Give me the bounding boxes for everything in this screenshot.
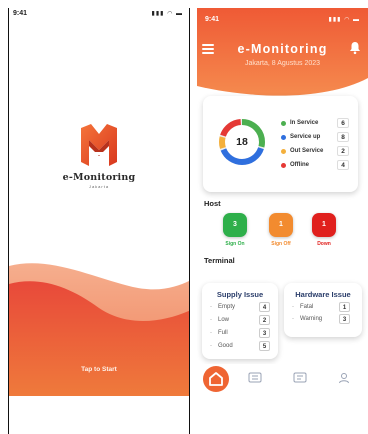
bottom-navigation [197,364,368,396]
service-legend: In Service 6 Service up 8 Out Service 2 … [281,118,353,174]
supply-row-label: Full [218,330,228,336]
status-time: 9:41 [13,10,28,17]
legend-label: In Service [290,120,319,126]
legend-item[interactable]: Out Service 2 [281,146,353,160]
bell-icon[interactable] [348,41,362,55]
host-sign-off[interactable]: 1 Sign Off [267,213,295,247]
supply-issue-title: Supply Issue [216,290,264,299]
home-icon[interactable] [203,366,229,392]
status-bar: 9:41 ▮▮▮ ◠ ▬ [9,8,189,22]
supply-row: · Low 2 [210,315,270,326]
host-section-title: Host [204,199,221,208]
logo-name: e-Monitoring [62,172,136,183]
legend-label: Out Service [290,148,324,154]
signal-wifi-battery-icon: ▮▮▮ ◠ ▬ [151,11,183,17]
host-count-badge[interactable]: 3 [223,213,247,237]
status-time: 9:41 [205,16,220,23]
hardware-issue-title: Hardware Issue [295,290,351,299]
ticket-icon[interactable] [248,372,262,383]
supply-row-label: Empty [218,304,236,310]
host-label: Down [317,241,331,247]
ticket-alt-icon[interactable] [293,372,307,383]
home-glyph-icon [209,372,223,386]
dashboard-screen: 9:41 ▮▮▮ ◠ ▬ e-Monitoring Jakarta, 8 Agu… [197,8,368,396]
app-logo: e-Monitoring Jakarta [9,122,189,189]
supply-row-count: 5 [259,341,270,351]
logo-mark-icon [81,124,117,166]
supply-row-label: Low [218,317,230,323]
legend-label: Service up [290,134,321,140]
host-sign-on[interactable]: 3 Sign On [221,213,249,247]
supply-row-count: 4 [259,302,270,312]
host-count-badge[interactable]: 1 [269,213,293,237]
user-icon[interactable] [338,372,350,384]
signal-wifi-battery-icon: ▮▮▮ ◠ ▬ [328,17,360,23]
tap-to-start-button[interactable]: Tap to Start [9,366,189,373]
host-label: Sign Off [271,241,291,247]
app-title: e-Monitoring [237,42,328,56]
supply-row: · Full 3 [210,328,270,339]
supply-issue-card[interactable]: Supply Issue · Empty 4 · Low 2 · Full 3 · Go… [202,283,278,359]
date-location: Jakarta, 8 Agustus 2023 [244,60,321,67]
hardware-issue-card[interactable]: Hardware Issue · Fatal 1 · Warning 3 [284,283,362,337]
host-down[interactable]: 1 Down [310,213,338,247]
splash-screen: 9:41 ▮▮▮ ◠ ▬ e-Monitoring Jakarta Tap to… [8,8,190,434]
host-label: Sign On [225,241,245,247]
service-total: 18 [236,136,248,148]
legend-count: 4 [337,160,349,170]
supply-row-count: 3 [259,328,270,338]
legend-label: Offline [290,162,309,168]
splash-footer-space [9,396,189,434]
service-summary-card: 18 In Service 6 Service up 8 Out Service… [203,96,358,192]
legend-item[interactable]: In Service 6 [281,118,353,132]
legend-count: 6 [337,118,349,128]
status-dot-icon [281,121,286,126]
hardware-row-label: Fatal [300,304,314,310]
logo-subtitle: Jakarta [88,184,110,189]
legend-item[interactable]: Offline 4 [281,160,353,174]
status-bar: 9:41 ▮▮▮ ◠ ▬ [197,8,368,23]
hardware-row-count: 1 [339,302,350,312]
supply-row-count: 2 [259,315,270,325]
host-count-badge[interactable]: 1 [312,213,336,237]
wave-background [9,263,189,396]
legend-item[interactable]: Service up 8 [281,132,353,146]
terminal-section-title: Terminal [204,256,235,265]
legend-count: 8 [337,132,349,142]
hardware-row-count: 3 [339,314,350,324]
supply-row: · Empty 4 [210,302,270,313]
supply-row-label: Good [218,343,233,349]
status-dot-icon [281,135,286,140]
supply-row: · Good 5 [210,341,270,352]
status-dot-icon [281,149,286,154]
status-dot-icon [281,163,286,168]
legend-count: 2 [337,146,349,156]
hardware-row: · Warning 3 [292,314,356,325]
hardware-row-label: Warning [300,316,323,322]
hardware-row: · Fatal 1 [292,302,356,313]
